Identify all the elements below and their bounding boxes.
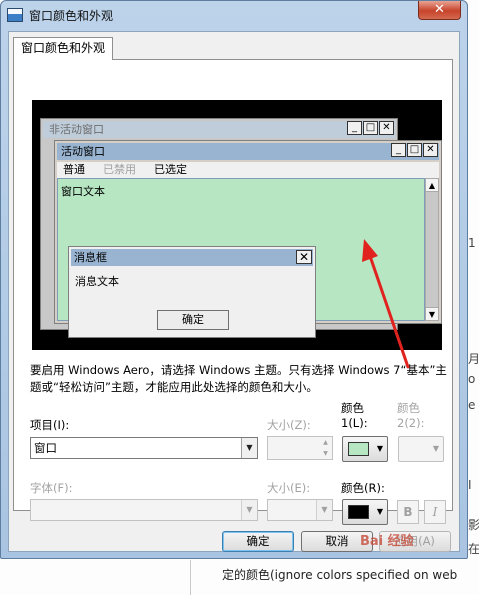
- close-button[interactable]: ✕: [418, 1, 461, 20]
- size2-label: 大小(E):: [267, 481, 311, 495]
- inactive-window-title: 非活动窗口: [49, 123, 104, 136]
- scroll-up-icon: ▲: [426, 179, 438, 192]
- appearance-preview[interactable]: 非活动窗口 _ □ ✕ 活动窗口 _ □ ✕ 普通 已禁用 已选定 窗口文本 ▲…: [32, 100, 442, 350]
- scroll-down-icon: ▼: [426, 307, 438, 320]
- menu-item-selected[interactable]: 已选定: [154, 162, 187, 178]
- watermark-text: Bai 经验: [360, 534, 414, 549]
- italic-button[interactable]: I: [424, 500, 446, 524]
- menu-item-disabled[interactable]: 已禁用: [103, 162, 136, 178]
- active-window-title: 活动窗口: [61, 145, 105, 158]
- close-icon: ✕: [379, 121, 394, 135]
- chevron-down-icon: ▼: [376, 444, 383, 453]
- chevron-down-icon: ▼: [432, 444, 439, 453]
- preview-scrollbar[interactable]: ▲ ▼: [425, 178, 439, 321]
- size2-select[interactable]: ▼: [267, 499, 333, 521]
- font-select[interactable]: ▼: [30, 499, 258, 521]
- item-label: 项目(I):: [30, 418, 70, 432]
- messagebox-title: 消息框: [74, 251, 107, 264]
- messagebox-caption[interactable]: 消息框 ✕: [71, 249, 313, 266]
- background-divider: [190, 560, 191, 595]
- spin-up-icon: ▲: [323, 439, 328, 446]
- title-bar[interactable]: 窗口颜色和外观 ✕: [1, 1, 467, 31]
- color2-label-line1: 颜色: [397, 401, 420, 415]
- window-text-label: 窗口文本: [61, 185, 105, 198]
- chevron-down-icon: ▼: [316, 500, 332, 520]
- active-window-caption[interactable]: 活动窗口 _ □ ✕: [57, 143, 439, 160]
- fontcolor-swatch: [348, 505, 369, 519]
- ok-button[interactable]: 确定: [222, 531, 294, 552]
- color1-button[interactable]: ▼: [342, 436, 388, 462]
- font-label: 字体(F):: [30, 481, 73, 495]
- item-select[interactable]: 窗口 ▼: [30, 437, 258, 459]
- size1-spinner[interactable]: ▲ ▼: [267, 436, 333, 460]
- close-icon: ✕: [423, 143, 438, 157]
- menu-item-normal[interactable]: 普通: [63, 162, 85, 178]
- preview-menubar[interactable]: 普通 已禁用 已选定: [57, 162, 439, 178]
- minimize-icon: _: [347, 121, 362, 135]
- chevron-down-icon: ▼: [376, 507, 383, 516]
- minimize-icon: _: [391, 143, 406, 157]
- bold-button[interactable]: B: [397, 500, 419, 524]
- chevron-down-icon: ▼: [241, 500, 257, 520]
- tab-window-color[interactable]: 窗口颜色和外观: [13, 37, 113, 60]
- item-select-value: 窗口: [34, 441, 57, 455]
- size1-label: 大小(Z):: [267, 418, 311, 432]
- spin-down-icon: ▼: [323, 450, 328, 457]
- color2-label-line2: 2(2):: [397, 416, 425, 430]
- fontcolor-button[interactable]: ▼: [342, 499, 388, 525]
- color1-label-line2: 1(L):: [341, 416, 368, 430]
- dialog-client-area: 窗口颜色和外观 非活动窗口 _ □ ✕ 活动窗口 _ □ ✕ 普通 已禁用 已选…: [8, 31, 460, 552]
- aero-description: 要启用 Windows Aero，请选择 Windows 主题。只有选择 Win…: [30, 363, 447, 394]
- background-text: 定的颜色(ignore colors specified on web: [222, 568, 458, 582]
- maximize-icon: □: [363, 121, 378, 135]
- scroll-track: [426, 192, 438, 307]
- inactive-window-caption[interactable]: 非活动窗口 _ □ ✕: [43, 121, 395, 138]
- fontcolor-label: 颜色(R):: [341, 481, 385, 495]
- window-icon: [7, 8, 23, 22]
- color1-label-line1: 颜色: [341, 401, 364, 415]
- messagebox-preview[interactable]: 消息框 ✕ 消息文本 确定: [68, 246, 316, 338]
- tab-panel: 非活动窗口 _ □ ✕ 活动窗口 _ □ ✕ 普通 已禁用 已选定 窗口文本 ▲…: [13, 59, 453, 525]
- close-icon: ✕: [296, 250, 312, 264]
- chevron-down-icon: ▼: [241, 438, 257, 458]
- dialog-window: 窗口颜色和外观 ✕ 窗口颜色和外观 非活动窗口 _ □ ✕ 活动窗口 _ □ ✕…: [0, 0, 468, 559]
- message-text: 消息文本: [75, 275, 119, 288]
- color1-swatch: [348, 442, 369, 456]
- preview-ok-button[interactable]: 确定: [157, 310, 229, 330]
- color2-button[interactable]: ▼: [398, 436, 444, 462]
- window-title: 窗口颜色和外观: [29, 9, 114, 23]
- maximize-icon: □: [407, 143, 422, 157]
